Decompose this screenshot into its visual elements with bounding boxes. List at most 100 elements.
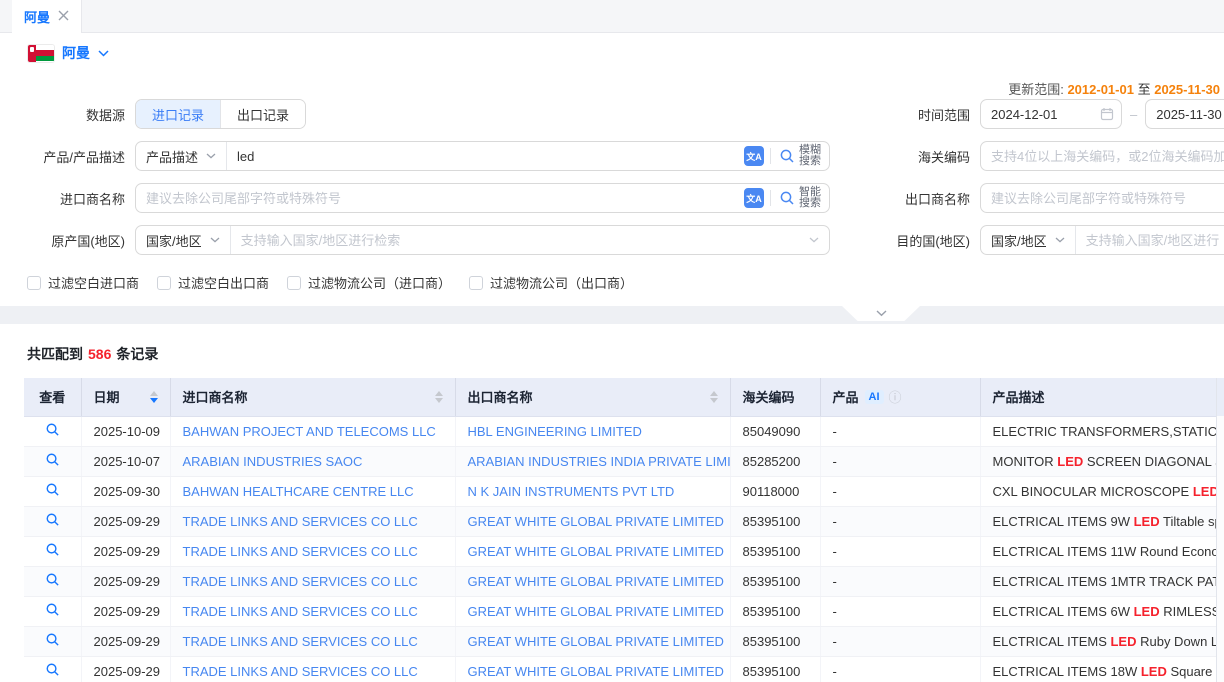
app-page: 阿曼 阿曼 更新范围: 2012-01-01 至 2025-11-30 数据源 bbox=[0, 0, 1224, 682]
panel-gap bbox=[0, 306, 1224, 324]
hs-code-label: 海关编码 bbox=[888, 147, 980, 166]
country-name[interactable]: 阿曼 bbox=[62, 43, 90, 63]
cell-product: - bbox=[820, 566, 980, 596]
table-header-row: 查看 日期 进口商名称 bbox=[24, 378, 1224, 416]
destination-country-select[interactable]: 国家/地区 bbox=[981, 226, 1076, 254]
tab-label: 阿曼 bbox=[24, 7, 50, 26]
importer-link[interactable]: BAHWAN HEALTHCARE CENTRE LLC bbox=[183, 484, 414, 499]
importer-link[interactable]: TRADE LINKS AND SERVICES CO LLC bbox=[183, 514, 418, 529]
importer-link[interactable]: TRADE LINKS AND SERVICES CO LLC bbox=[183, 574, 418, 589]
importer-link[interactable]: ARABIAN INDUSTRIES SAOC bbox=[183, 454, 363, 469]
exporter-link[interactable]: ARABIAN INDUSTRIES INDIA PRIVATE LIMIT..… bbox=[468, 454, 731, 469]
origin-country-input[interactable] bbox=[231, 226, 809, 254]
filter-checkbox-1[interactable]: 过滤空白出口商 bbox=[157, 273, 269, 292]
origin-country-select[interactable]: 国家/地区 bbox=[136, 226, 231, 254]
cell-exporter: GREAT WHITE GLOBAL PRIVATE LIMITED bbox=[455, 566, 730, 596]
exporter-link[interactable]: GREAT WHITE GLOBAL PRIVATE LIMITED bbox=[468, 514, 724, 529]
search-icon[interactable] bbox=[779, 148, 795, 164]
tab-import-records[interactable]: 进口记录 bbox=[136, 100, 220, 128]
table-row: 2025-09-29TRADE LINKS AND SERVICES CO LL… bbox=[24, 566, 1224, 596]
smart-search-button[interactable]: 智能 搜索 bbox=[799, 187, 821, 209]
view-record-button[interactable] bbox=[24, 506, 81, 536]
importer-link[interactable]: TRADE LINKS AND SERVICES CO LLC bbox=[183, 544, 418, 559]
cell-exporter: N K JAIN INSTRUMENTS PVT LTD bbox=[455, 476, 730, 506]
product-search-input[interactable] bbox=[227, 142, 742, 170]
cell-exporter: GREAT WHITE GLOBAL PRIVATE LIMITED bbox=[455, 506, 730, 536]
sort-button-exporter[interactable] bbox=[710, 391, 718, 403]
vertical-scrollbar[interactable] bbox=[1216, 378, 1224, 682]
importer-link[interactable]: TRADE LINKS AND SERVICES CO LLC bbox=[183, 664, 418, 679]
destination-country-input[interactable] bbox=[1076, 226, 1224, 254]
filter-checkbox-0[interactable]: 过滤空白进口商 bbox=[27, 273, 139, 292]
sort-button-importer[interactable] bbox=[435, 391, 443, 403]
update-range-to: 至 bbox=[1138, 82, 1151, 97]
importer-link[interactable]: BAHWAN PROJECT AND TELECOMS LLC bbox=[183, 424, 436, 439]
exporter-link[interactable]: HBL ENGINEERING LIMITED bbox=[468, 424, 642, 439]
cell-product: - bbox=[820, 446, 980, 476]
view-record-button[interactable] bbox=[24, 446, 81, 476]
view-record-button[interactable] bbox=[24, 596, 81, 626]
view-record-button[interactable] bbox=[24, 626, 81, 656]
view-record-button[interactable] bbox=[24, 566, 81, 596]
info-icon[interactable]: ⓘ bbox=[889, 387, 902, 406]
filter-panel: 更新范围: 2012-01-01 至 2025-11-30 数据源 进口记录 出… bbox=[0, 73, 1224, 292]
destination-country-label: 目的国(地区) bbox=[888, 231, 980, 250]
header-product-label: 产品 bbox=[833, 387, 859, 406]
view-record-button[interactable] bbox=[24, 536, 81, 566]
destination-country-select-value: 国家/地区 bbox=[991, 231, 1047, 250]
hs-code-input[interactable] bbox=[980, 141, 1224, 171]
date-end-input[interactable] bbox=[1145, 99, 1224, 129]
importer-link[interactable]: TRADE LINKS AND SERVICES CO LLC bbox=[183, 634, 418, 649]
magnifier-icon bbox=[45, 422, 60, 437]
table-row: 2025-09-29TRADE LINKS AND SERVICES CO LL… bbox=[24, 596, 1224, 626]
checkbox-icon[interactable] bbox=[27, 276, 41, 290]
close-icon[interactable] bbox=[58, 9, 69, 24]
tab-export-records[interactable]: 出口记录 bbox=[220, 100, 305, 128]
cell-hs-code: 85395100 bbox=[730, 596, 820, 626]
header-product: 产品 AI ⓘ bbox=[820, 378, 980, 416]
exporter-input[interactable] bbox=[980, 183, 1224, 213]
cell-description: ELCTRICAL ITEMS 18W LED Square E... bbox=[980, 656, 1224, 682]
cell-importer: TRADE LINKS AND SERVICES CO LLC bbox=[170, 506, 455, 536]
filter-checkbox-row: 过滤空白进口商过滤空白出口商过滤物流公司（进口商） 过滤物流公司（出口商） bbox=[0, 273, 1224, 292]
highlighted-term: LED bbox=[1134, 604, 1160, 619]
highlighted-term: LED bbox=[1134, 514, 1160, 529]
tab-oman[interactable]: 阿曼 bbox=[12, 0, 82, 33]
importer-input[interactable] bbox=[136, 184, 742, 212]
translate-icon[interactable]: 文A bbox=[744, 188, 764, 208]
translate-icon[interactable]: 文A bbox=[744, 146, 764, 166]
country-selector[interactable]: 阿曼 bbox=[0, 33, 1224, 73]
exporter-link[interactable]: GREAT WHITE GLOBAL PRIVATE LIMITED bbox=[468, 634, 724, 649]
exporter-link[interactable]: GREAT WHITE GLOBAL PRIVATE LIMITED bbox=[468, 604, 724, 619]
cell-date: 2025-10-07 bbox=[81, 446, 170, 476]
chevron-down-icon bbox=[206, 153, 216, 159]
product-type-select[interactable]: 产品描述 bbox=[136, 142, 227, 170]
origin-country-group: 国家/地区 bbox=[135, 225, 830, 255]
smart-search-line2: 搜索 bbox=[799, 197, 821, 209]
header-importer-label: 进口商名称 bbox=[183, 387, 248, 406]
fuzzy-search-button[interactable]: 模糊 搜索 bbox=[799, 145, 821, 167]
exporter-link[interactable]: N K JAIN INSTRUMENTS PVT LTD bbox=[468, 484, 675, 499]
checkbox-icon[interactable] bbox=[469, 276, 483, 290]
exporter-link[interactable]: GREAT WHITE GLOBAL PRIVATE LIMITED bbox=[468, 574, 724, 589]
view-record-button[interactable] bbox=[24, 416, 81, 446]
filter-checkbox-2[interactable]: 过滤物流公司（进口商） bbox=[287, 273, 451, 292]
collapse-panel-button[interactable] bbox=[842, 306, 920, 321]
exporter-link[interactable]: GREAT WHITE GLOBAL PRIVATE LIMITED bbox=[468, 544, 724, 559]
magnifier-icon bbox=[45, 482, 60, 497]
view-record-button[interactable] bbox=[24, 656, 81, 682]
checkbox-icon[interactable] bbox=[287, 276, 301, 290]
update-range-end: 2025-11-30 bbox=[1154, 82, 1220, 97]
search-icon[interactable] bbox=[779, 190, 795, 206]
checkbox-icon[interactable] bbox=[157, 276, 171, 290]
exporter-link[interactable]: GREAT WHITE GLOBAL PRIVATE LIMITED bbox=[468, 664, 724, 679]
cell-date: 2025-09-30 bbox=[81, 476, 170, 506]
sort-button-date[interactable] bbox=[150, 391, 158, 403]
cell-exporter: HBL ENGINEERING LIMITED bbox=[455, 416, 730, 446]
product-type-value: 产品描述 bbox=[146, 147, 198, 166]
calendar-icon bbox=[1100, 107, 1114, 121]
filter-checkbox-3[interactable]: 过滤物流公司（出口商） bbox=[469, 273, 633, 292]
summary-prefix: 共匹配到 bbox=[27, 346, 83, 362]
importer-link[interactable]: TRADE LINKS AND SERVICES CO LLC bbox=[183, 604, 418, 619]
view-record-button[interactable] bbox=[24, 476, 81, 506]
